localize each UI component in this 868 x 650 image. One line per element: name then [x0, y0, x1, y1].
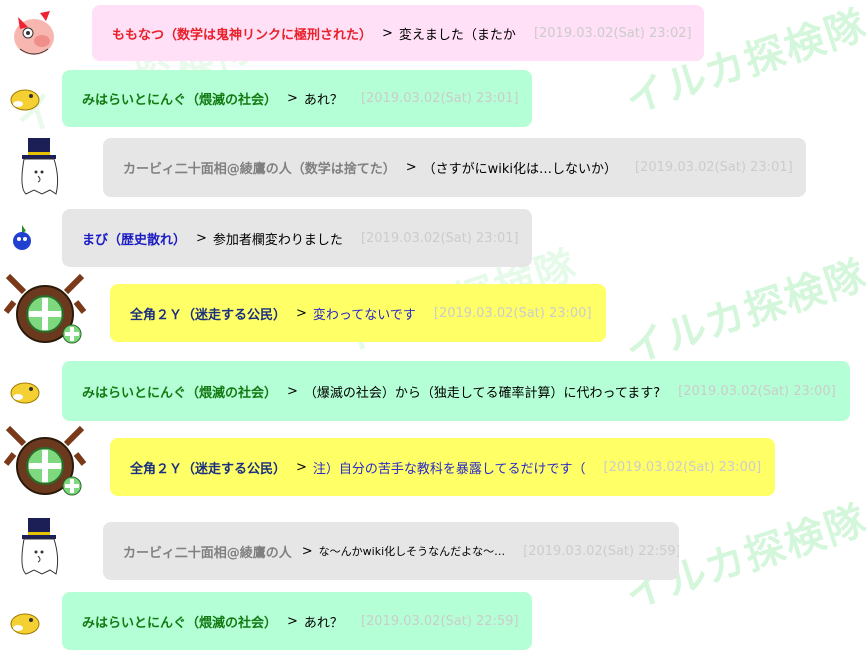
sender-name[interactable]: 全角２Ｙ（迷走する公民）	[130, 304, 286, 323]
message-text: あれ？	[303, 93, 343, 108]
chat-message: カービィ二十面相@綾鷹の人 > な〜んかwiki化しそうなんだよな〜… [201…	[0, 518, 868, 582]
hamster-avatar-icon	[10, 382, 40, 404]
chat-message: まび（歴史散れ） > 参加者欄変わりました [2019.03.02(Sat) 2…	[0, 209, 868, 269]
message-text: あれ？	[303, 615, 343, 631]
message-bubble: 全角２Ｙ（迷走する公民） > 変わってないです [2019.03.02(Sat)…	[110, 284, 606, 342]
sender-name[interactable]: ももなつ（数学は鬼神リンクに極刑された）	[112, 24, 372, 43]
message-text: （さすがにwiki化は…しないか）	[422, 162, 618, 177]
message-timestamp: [2019.03.02(Sat) 23:01]	[360, 91, 519, 106]
message-text: 注）自分の苦手な教科を暴露してるだけです（	[312, 461, 586, 477]
sender-name[interactable]: みはらいとにんぐ（煨滅の社会）	[82, 612, 277, 631]
message-timestamp: [2019.03.02(Sat) 23:00]	[678, 383, 836, 399]
message-bubble: 全角２Ｙ（迷走する公民） > 注）自分の苦手な教科を暴露してるだけです（ [20…	[110, 438, 775, 496]
message-bubble: みはらいとにんぐ（煨滅の社会） > あれ？ [2019.03.02(Sat) 2…	[62, 70, 532, 127]
message-timestamp: [2019.03.02(Sat) 22:59]	[523, 543, 679, 559]
message-arrow: >	[301, 543, 313, 559]
message-timestamp: [2019.03.02(Sat) 22:59]	[360, 613, 519, 629]
message-arrow: >	[287, 383, 298, 399]
pig-avatar-icon	[14, 11, 54, 55]
chat-message: ももなつ（数学は鬼神リンクに極刑された） > 変えました（またか [2019.0…	[0, 5, 868, 63]
tophat-ghost-avatar-icon	[21, 138, 59, 195]
message-timestamp: [2019.03.02(Sat) 23:01]	[360, 230, 519, 246]
chat-message: 全角２Ｙ（迷走する公民） > 注）自分の苦手な教科を暴露してるだけです（ [20…	[0, 424, 868, 504]
tophat-ghost-avatar-icon	[21, 518, 59, 575]
chat-message: みはらいとにんぐ（煨滅の社会） > あれ？ [2019.03.02(Sat) 2…	[0, 70, 868, 128]
message-timestamp: [2019.03.02(Sat) 23:00]	[603, 459, 762, 475]
shield-monster-avatar-icon	[4, 425, 86, 496]
blue-sprite-avatar-icon	[13, 225, 31, 250]
message-text: 変わってないです	[312, 307, 416, 323]
message-arrow: >	[196, 230, 207, 246]
message-bubble: カービィ二十面相@綾鷹の人 > な〜んかwiki化しそうなんだよな〜… [201…	[103, 522, 679, 580]
message-text: 参加者欄変わりました	[212, 232, 343, 248]
message-text: 変えました（またか	[398, 27, 516, 43]
message-arrow: >	[296, 459, 307, 475]
hamster-avatar-icon	[10, 89, 40, 111]
message-timestamp: [2019.03.02(Sat) 23:01]	[635, 160, 793, 175]
message-bubble: カービィ二十面相@綾鷹の人（数学は捨てた） > （さすがにwiki化は…しないか…	[103, 138, 806, 197]
chat-message: みはらいとにんぐ（煨滅の社会） > あれ？ [2019.03.02(Sat) 2…	[0, 592, 868, 650]
message-bubble: ももなつ（数学は鬼神リンクに極刑された） > 変えました（またか [2019.0…	[92, 5, 704, 61]
message-timestamp: [2019.03.02(Sat) 23:02]	[533, 25, 692, 41]
message-bubble: まび（歴史散れ） > 参加者欄変わりました [2019.03.02(Sat) 2…	[62, 209, 532, 267]
sender-name[interactable]: みはらいとにんぐ（煨滅の社会）	[82, 382, 277, 401]
sender-name[interactable]: 全角２Ｙ（迷走する公民）	[130, 458, 286, 477]
message-arrow: >	[287, 613, 298, 629]
shield-monster-avatar-icon	[4, 273, 86, 344]
sender-name[interactable]: みはらいとにんぐ（煨滅の社会）	[82, 89, 277, 108]
sender-name[interactable]: カービィ二十面相@綾鷹の人	[123, 542, 292, 561]
message-arrow: >	[296, 305, 307, 321]
hamster-avatar-icon	[10, 613, 40, 635]
chat-message: みはらいとにんぐ（煨滅の社会） > （爆滅の社会）から（独走してる確率計算）に代…	[0, 361, 868, 421]
chat-message: カービィ二十面相@綾鷹の人（数学は捨てた） > （さすがにwiki化は…しないか…	[0, 138, 868, 198]
message-arrow: >	[287, 91, 298, 106]
message-text: （爆滅の社会）から（独走してる確率計算）に代わってます?	[303, 385, 661, 401]
message-text: な〜んかwiki化しそうなんだよな〜…	[318, 545, 506, 558]
message-arrow: >	[382, 25, 393, 41]
message-arrow: >	[405, 160, 417, 175]
message-timestamp: [2019.03.02(Sat) 23:00]	[433, 305, 592, 321]
sender-name[interactable]: まび（歴史散れ）	[82, 229, 186, 248]
message-bubble: みはらいとにんぐ（煨滅の社会） > （爆滅の社会）から（独走してる確率計算）に代…	[62, 361, 850, 421]
message-bubble: みはらいとにんぐ（煨滅の社会） > あれ？ [2019.03.02(Sat) 2…	[62, 592, 532, 650]
chat-message: 全角２Ｙ（迷走する公民） > 変わってないです [2019.03.02(Sat)…	[0, 272, 868, 352]
sender-name[interactable]: カービィ二十面相@綾鷹の人（数学は捨てた）	[123, 158, 396, 177]
